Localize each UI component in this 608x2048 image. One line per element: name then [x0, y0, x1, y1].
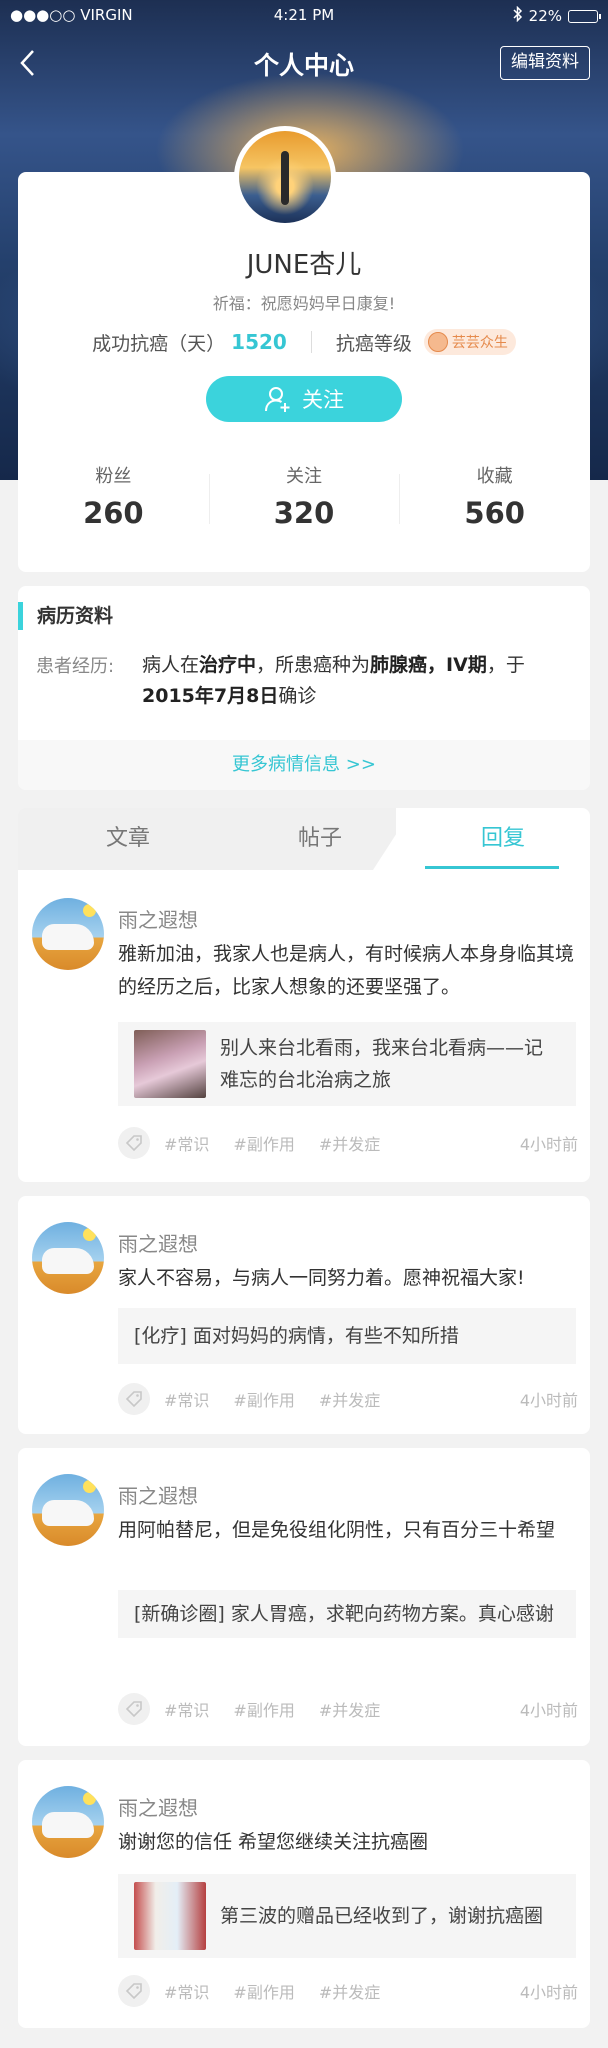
- follow-button[interactable]: 关注: [206, 376, 402, 422]
- post-time: 4小时前: [519, 1135, 578, 1154]
- avatar-image: [239, 131, 331, 223]
- tag-link[interactable]: #并发症: [319, 1387, 380, 1411]
- quoted-post[interactable]: 第三波的赠品已经收到了，谢谢抗癌圈: [118, 1874, 576, 1958]
- tag-link[interactable]: #常识: [164, 1697, 209, 1721]
- post-time: 4小时前: [519, 1983, 578, 2002]
- user-avatar[interactable]: [32, 898, 104, 970]
- battery-status: 22%: [513, 5, 601, 26]
- user-avatar[interactable]: [32, 1786, 104, 1858]
- quote-text: [新确诊圈] 家人胃癌，求靶向药物方案。真心感谢: [134, 1603, 554, 1625]
- tag-link[interactable]: #常识: [164, 1387, 209, 1411]
- tag-link[interactable]: #常识: [164, 1131, 209, 1155]
- post-text: 家人不容易，与病人一同努力着。愿神祝福大家!: [118, 1267, 525, 1289]
- diagnosis-date: 2015年7月8日: [142, 685, 279, 707]
- post-text: 雅新加油，我家人也是病人，有时候病人本身身临其境的经历之后，比家人想象的还要坚强…: [118, 943, 575, 998]
- post-footer: #常识 #副作用 #并发症 4小时前: [118, 1126, 578, 1160]
- tag-link[interactable]: #并发症: [319, 1697, 380, 1721]
- post-author[interactable]: 雨之遐想: [118, 1792, 198, 1821]
- text-part: ，所患癌种为: [256, 654, 371, 676]
- fans-count[interactable]: 粉丝 260: [18, 462, 209, 542]
- post-card[interactable]: 雨之遐想 雅新加油，我家人也是病人，有时候病人本身身临其境的经历之后，比家人想象…: [18, 870, 590, 1182]
- count-value: 560: [464, 496, 525, 530]
- level-face-icon: [427, 332, 448, 352]
- user-avatar[interactable]: [32, 1222, 104, 1294]
- tag-icon: [118, 1127, 150, 1159]
- history-label: 患者经历:: [36, 656, 115, 677]
- tag-icon: [118, 1693, 150, 1725]
- tab-underline: [425, 866, 559, 869]
- post-time: 4小时前: [519, 1701, 578, 1720]
- post-time: 4小时前: [519, 1391, 578, 1410]
- cancer-type: 肺腺癌，IV期: [370, 654, 487, 676]
- status-bar: ●●●○○ VIRGIN 4:21 PM 22%: [0, 0, 608, 30]
- post-text: 用阿帕替尼，但是免役组化阴性，只有百分三十希望: [118, 1519, 556, 1541]
- post-footer: #常识 #副作用 #并发症 4小时前: [118, 1974, 578, 2008]
- count-label: 关注: [286, 466, 322, 487]
- tag-icon: [118, 1975, 150, 2007]
- edit-profile-button[interactable]: 编辑资料: [500, 46, 590, 80]
- post-card[interactable]: 雨之遐想 家人不容易，与病人一同努力着。愿神祝福大家! [化疗] 面对妈妈的病情…: [18, 1196, 590, 1434]
- days-value: 1520: [231, 330, 287, 354]
- follow-label: 关注: [302, 388, 344, 412]
- user-avatar[interactable]: [32, 1474, 104, 1546]
- blessing-text: 祈福：祝愿妈妈早日康复!: [212, 294, 396, 313]
- post-card[interactable]: 雨之遐想 用阿帕替尼，但是免役组化阴性，只有百分三十希望 [新确诊圈] 家人胃癌…: [18, 1448, 590, 1746]
- favorites-count[interactable]: 收藏 560: [399, 462, 590, 542]
- quoted-post[interactable]: 别人来台北看雨，我来台北看病——记难忘的台北治病之旅: [118, 1022, 576, 1106]
- tag-link[interactable]: #副作用: [233, 1387, 294, 1411]
- treatment-status: 治疗中: [199, 654, 257, 676]
- count-label: 粉丝: [95, 466, 132, 487]
- medical-history-card: 病历资料 患者经历: 病人在治疗中，所患癌种为肺腺癌，IV期，于 2015年7月8…: [18, 586, 590, 790]
- add-user-icon: [265, 387, 290, 412]
- tag-icon: [118, 1383, 150, 1415]
- quote-thumbnail: [134, 1030, 206, 1098]
- level-label: 抗癌等级: [335, 332, 412, 355]
- count-label: 收藏: [476, 466, 513, 487]
- quote-thumbnail: [134, 1882, 206, 1950]
- tab-bar: 文章 帖子 回复: [18, 808, 590, 870]
- more-info-link[interactable]: 更多病情信息 >>: [18, 740, 590, 790]
- profile-card: JUNE杏儿 祈福：祝愿妈妈早日康复! 成功抗癌（天） 1520 抗癌等级 芸芸…: [18, 172, 590, 572]
- battery-percent: 22%: [528, 7, 562, 25]
- text-part: 病人在: [142, 654, 200, 676]
- tab-replies[interactable]: 回复: [436, 808, 570, 870]
- quote-text: 第三波的赠品已经收到了，谢谢抗癌圈: [220, 1905, 544, 1927]
- counts-row: 粉丝 260 关注 320 收藏 560: [18, 462, 590, 542]
- following-count[interactable]: 关注 320: [208, 462, 400, 542]
- quote-text: [化疗] 面对妈妈的病情，有些不知所措: [134, 1325, 459, 1347]
- post-author[interactable]: 雨之遐想: [118, 1480, 198, 1509]
- survival-stats: 成功抗癌（天） 1520 抗癌等级 芸芸众生: [18, 322, 590, 362]
- tag-link[interactable]: #并发症: [319, 1131, 380, 1155]
- quoted-post[interactable]: [化疗] 面对妈妈的病情，有些不知所措: [118, 1308, 576, 1364]
- post-card[interactable]: 雨之遐想 谢谢您的信任 希望您继续关注抗癌圈 第三波的赠品已经收到了，谢谢抗癌圈…: [18, 1760, 590, 2028]
- count-value: 260: [83, 496, 144, 530]
- tag-link[interactable]: #副作用: [233, 1697, 294, 1721]
- bluetooth-icon: [513, 5, 523, 26]
- history-text: 病人在治疗中，所患癌种为肺腺癌，IV期，于 2015年7月8日确诊: [142, 650, 576, 712]
- tag-link[interactable]: #副作用: [233, 1979, 294, 2003]
- tag-link[interactable]: #常识: [164, 1979, 209, 2003]
- avatar[interactable]: [234, 126, 336, 228]
- quote-text: 别人来台北看雨，我来台北看病——记难忘的台北治病之旅: [220, 1037, 544, 1091]
- tag-link[interactable]: #并发症: [319, 1979, 380, 2003]
- tab-articles[interactable]: 文章: [53, 808, 203, 870]
- battery-icon: [568, 9, 601, 23]
- post-text: 谢谢您的信任 希望您继续关注抗癌圈: [118, 1831, 429, 1853]
- level-badge-text: 芸芸众生: [451, 335, 508, 351]
- text-part: 确诊: [278, 685, 317, 707]
- text-part: ，于: [486, 654, 525, 676]
- post-footer: #常识 #副作用 #并发症 4小时前: [118, 1382, 578, 1416]
- quoted-post[interactable]: [新确诊圈] 家人胃癌，求靶向药物方案。真心感谢: [118, 1590, 576, 1638]
- divider: [310, 331, 312, 353]
- post-author[interactable]: 雨之遐想: [118, 904, 198, 933]
- tag-link[interactable]: #副作用: [233, 1131, 294, 1155]
- count-value: 320: [273, 496, 335, 530]
- days-label: 成功抗癌（天）: [92, 332, 226, 355]
- level-badge: 芸芸众生: [423, 329, 516, 355]
- post-author[interactable]: 雨之遐想: [118, 1228, 198, 1257]
- section-title: 病历资料: [18, 602, 113, 630]
- post-footer: #常识 #副作用 #并发症 4小时前: [118, 1692, 578, 1726]
- username: JUNE杏儿: [246, 250, 362, 280]
